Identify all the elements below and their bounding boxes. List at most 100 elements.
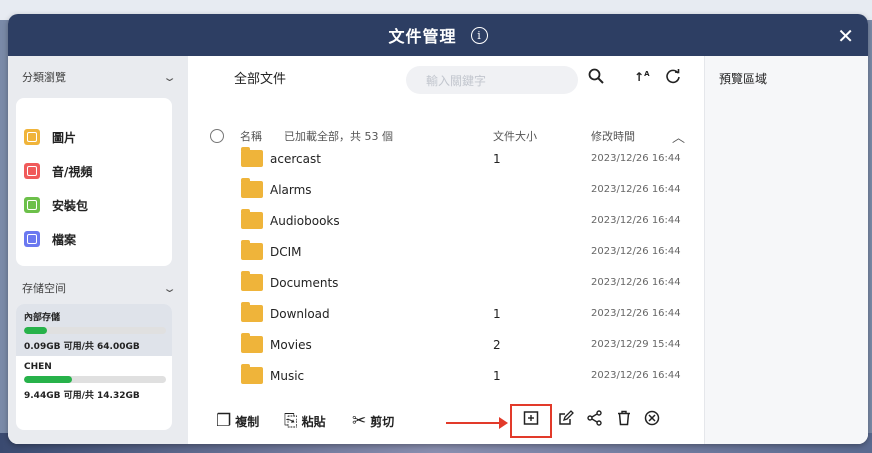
file-row[interactable]: Download 1 2023/12/26 16:44	[188, 298, 704, 329]
sort-icon[interactable]: ↑A	[634, 70, 649, 84]
action-toolbar: ❐ 複制 ⎘ 粘貼 ✂ 剪切	[188, 398, 704, 444]
storage-name: 內部存儲	[24, 313, 61, 323]
category-label: 安裝包	[52, 198, 89, 213]
breadcrumb[interactable]: 全部文件	[234, 68, 286, 87]
browse-label: 分類瀏覽	[22, 71, 66, 84]
file-modified: 2023/12/29 15:44	[591, 339, 681, 350]
storage-usage-fill	[24, 327, 47, 334]
category-label: 檔案	[52, 232, 77, 247]
storage-header[interactable]: 存储空间 ⌄	[8, 272, 188, 304]
file-name: Audiobooks	[270, 213, 340, 228]
copy-label: 複制	[235, 414, 260, 429]
info-icon[interactable]: i	[470, 26, 488, 44]
window-body: 分類瀏覽 ⌄ 圖片音/視頻安裝包檔案 存储空间 ⌄ 內部存儲 0.09GB 可用/…	[8, 56, 868, 444]
cancel-icon[interactable]	[644, 410, 660, 431]
loaded-count: 已加載全部，共 53 個	[284, 130, 393, 143]
storage-usage-text: 9.44GB 可用/共 14.32GB	[24, 391, 140, 401]
file-size: 1	[493, 151, 501, 166]
storage-name: CHEN	[24, 362, 52, 372]
column-size[interactable]: 文件大小	[493, 128, 537, 144]
copy-button[interactable]: ❐ 複制	[216, 411, 259, 431]
folder-icon	[241, 271, 263, 291]
search-input[interactable]: 輸入關鍵字	[406, 66, 578, 94]
delete-icon[interactable]	[616, 410, 632, 431]
file-name: DCIM	[270, 244, 302, 259]
cut-button[interactable]: ✂ 剪切	[352, 411, 394, 431]
preview-label: 預覽區域	[719, 72, 768, 86]
paste-icon: ⎘	[284, 411, 298, 431]
folder-icon	[241, 364, 263, 384]
storage-usage-text: 0.09GB 可用/共 64.00GB	[24, 342, 140, 352]
file-size: 2	[493, 337, 501, 352]
file-row[interactable]: DCIM 2023/12/26 16:44	[188, 236, 704, 267]
file-modified: 2023/12/26 16:44	[591, 308, 681, 319]
search-icon[interactable]	[588, 68, 604, 88]
folder-icon	[241, 240, 263, 260]
file-list-header: 全部文件 輸入關鍵字 ↑A	[188, 56, 704, 98]
chevron-down-icon[interactable]: ⌄	[162, 282, 177, 295]
sidebar: 分類瀏覽 ⌄ 圖片音/視頻安裝包檔案 存储空间 ⌄ 內部存儲 0.09GB 可用/…	[8, 56, 188, 444]
storage-usage-fill	[24, 376, 73, 383]
refresh-icon[interactable]	[665, 68, 681, 88]
storage-item[interactable]: 內部存儲 0.09GB 可用/共 64.00GB	[16, 304, 172, 356]
file-row[interactable]: Alarms 2023/12/26 16:44	[188, 174, 704, 205]
category-item[interactable]: 圖片	[24, 120, 164, 154]
storage-list: 內部存儲 0.09GB 可用/共 64.00GB CHEN 9.44GB 可用/共 1…	[16, 304, 172, 430]
category-item[interactable]: 安裝包	[24, 188, 164, 222]
file-manager-window: 文件管理 i ✕ 分類瀏覽 ⌄ 圖片音/視頻安裝包檔案 存储空间 ⌄ 內部存儲 0…	[8, 14, 868, 444]
category-label: 音/視頻	[52, 164, 93, 179]
file-name: Download	[270, 306, 330, 321]
column-modified[interactable]: 修改時間	[591, 128, 635, 144]
rename-icon[interactable]	[558, 410, 574, 431]
file-row[interactable]: Documents 2023/12/26 16:44	[188, 267, 704, 298]
file-name: Alarms	[270, 182, 312, 197]
file-size: 1	[493, 368, 501, 383]
file-row[interactable]: Music 1 2023/12/26 16:44	[188, 360, 704, 391]
file-name: Music	[270, 368, 305, 383]
chevron-down-icon[interactable]: ⌄	[162, 71, 177, 84]
cut-icon: ✂	[352, 411, 367, 431]
file-modified: 2023/12/26 16:44	[591, 215, 681, 226]
file-row[interactable]: acercast 1 2023/12/26 16:44	[188, 143, 704, 174]
folder-icon	[241, 147, 263, 167]
file-row[interactable]: Movies 2 2023/12/29 15:44	[188, 329, 704, 360]
annotation-arrow	[446, 417, 508, 429]
paste-label: 粘貼	[301, 414, 326, 429]
share-icon[interactable]	[587, 410, 603, 431]
video-icon	[24, 163, 40, 179]
folder-icon	[241, 209, 263, 229]
window-title: 文件管理	[388, 27, 457, 46]
folder-icon	[241, 333, 263, 353]
folder-icon	[241, 178, 263, 198]
select-all-radio[interactable]	[210, 129, 224, 143]
storage-usage-bar	[24, 327, 166, 334]
browse-header[interactable]: 分類瀏覽 ⌄	[8, 56, 188, 98]
storage-label: 存储空间	[22, 282, 66, 295]
column-name[interactable]: 名稱	[240, 128, 262, 144]
copy-icon: ❐	[216, 411, 232, 431]
file-row[interactable]: Audiobooks 2023/12/26 16:44	[188, 205, 704, 236]
storage-item[interactable]: CHEN 9.44GB 可用/共 14.32GB	[16, 356, 172, 405]
file-modified: 2023/12/26 16:44	[591, 370, 681, 381]
title-bar: 文件管理 i ✕	[8, 14, 868, 56]
file-modified: 2023/12/26 16:44	[591, 277, 681, 288]
file-name: Movies	[270, 337, 312, 352]
preview-panel: 預覽區域	[704, 56, 868, 444]
package-icon	[24, 197, 40, 213]
paste-button[interactable]: ⎘ 粘貼	[284, 411, 326, 431]
new-folder-icon[interactable]	[523, 410, 539, 431]
image-icon	[24, 129, 40, 145]
file-name: acercast	[270, 151, 321, 166]
folder-icon	[241, 302, 263, 322]
category-item[interactable]: 檔案	[24, 222, 164, 256]
cut-label: 剪切	[370, 414, 395, 429]
file-size: 1	[493, 306, 501, 321]
file-modified: 2023/12/26 16:44	[591, 153, 681, 164]
file-modified: 2023/12/26 16:44	[591, 184, 681, 195]
storage-usage-bar	[24, 376, 166, 383]
category-item[interactable]: 音/視頻	[24, 154, 164, 188]
file-name: Documents	[270, 275, 339, 290]
file-modified: 2023/12/26 16:44	[591, 246, 681, 257]
category-label: 圖片	[52, 130, 77, 145]
close-icon[interactable]: ✕	[837, 24, 854, 48]
